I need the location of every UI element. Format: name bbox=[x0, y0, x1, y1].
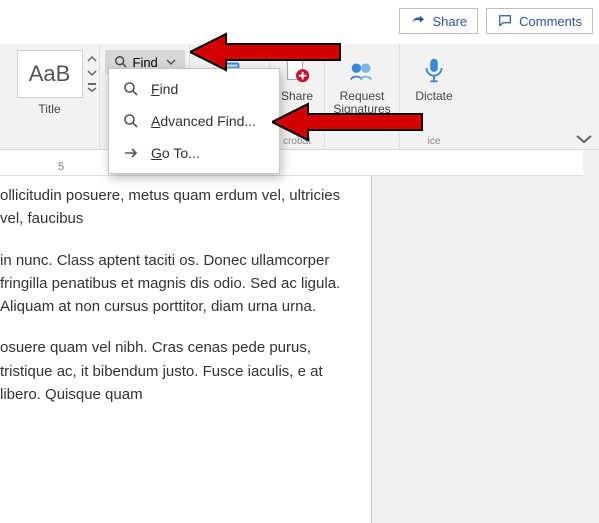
gallery-expand-icon bbox=[87, 82, 97, 92]
paragraph: in nunc. Class aptent taciti os. Donec u… bbox=[0, 249, 355, 319]
signatures-label: RequestSignatures bbox=[333, 90, 390, 116]
styles-group: AaB Title bbox=[0, 44, 100, 149]
ruler[interactable]: 5 7 bbox=[0, 158, 599, 176]
collapse-ribbon-button[interactable] bbox=[575, 132, 593, 146]
dropdown-goto-label: Go To... bbox=[151, 145, 200, 161]
dropdown-advanced-label: Advanced Find... bbox=[151, 113, 256, 129]
chevron-down-icon bbox=[166, 57, 176, 67]
arrow-right-icon bbox=[123, 145, 139, 161]
style-preview[interactable]: AaB bbox=[17, 50, 83, 98]
paragraph: osuere quam vel nibh. Cras cenas pede pu… bbox=[0, 336, 355, 406]
paragraph: ollicitudin posuere, metus quam erdum ve… bbox=[0, 184, 355, 231]
ruler-tick-5: 5 bbox=[58, 161, 64, 173]
comment-icon bbox=[497, 13, 513, 29]
signature-icon bbox=[346, 54, 378, 86]
chevron-down-icon bbox=[87, 68, 97, 78]
mic-icon bbox=[418, 54, 450, 86]
share-label: Share bbox=[432, 14, 467, 29]
dropdown-goto[interactable]: Go To... bbox=[109, 137, 279, 169]
dictate-label: Dictate bbox=[415, 90, 452, 103]
search-icon bbox=[123, 113, 139, 129]
search-icon bbox=[123, 81, 139, 97]
share-icon bbox=[410, 13, 426, 29]
voice-sublabel: ice bbox=[400, 136, 468, 147]
voice-group[interactable]: Dictate ice bbox=[400, 44, 468, 149]
find-dropdown: Find Advanced Find... Go To... bbox=[108, 68, 280, 174]
dropdown-find[interactable]: Find bbox=[109, 73, 279, 105]
comments-button[interactable]: Comments bbox=[486, 8, 593, 34]
style-name: Title bbox=[38, 102, 60, 116]
dropdown-advanced-find[interactable]: Advanced Find... bbox=[109, 105, 279, 137]
ribbon: AaB Title Find Sens... Share crobat bbox=[0, 44, 599, 150]
share-button[interactable]: Share bbox=[399, 8, 478, 34]
share-pdf-icon bbox=[281, 54, 313, 86]
signatures-group[interactable]: RequestSignatures bbox=[325, 44, 400, 149]
gallery-scroll[interactable] bbox=[87, 54, 97, 92]
page-margin-area bbox=[371, 176, 599, 523]
share-ribbon-label: Share bbox=[281, 90, 313, 103]
dropdown-find-label: Find bbox=[151, 81, 178, 97]
comments-label: Comments bbox=[519, 14, 582, 29]
scrollbar-vertical[interactable] bbox=[583, 150, 599, 523]
chevron-up-icon bbox=[87, 54, 97, 64]
document-body[interactable]: ollicitudin posuere, metus quam erdum ve… bbox=[0, 184, 371, 523]
